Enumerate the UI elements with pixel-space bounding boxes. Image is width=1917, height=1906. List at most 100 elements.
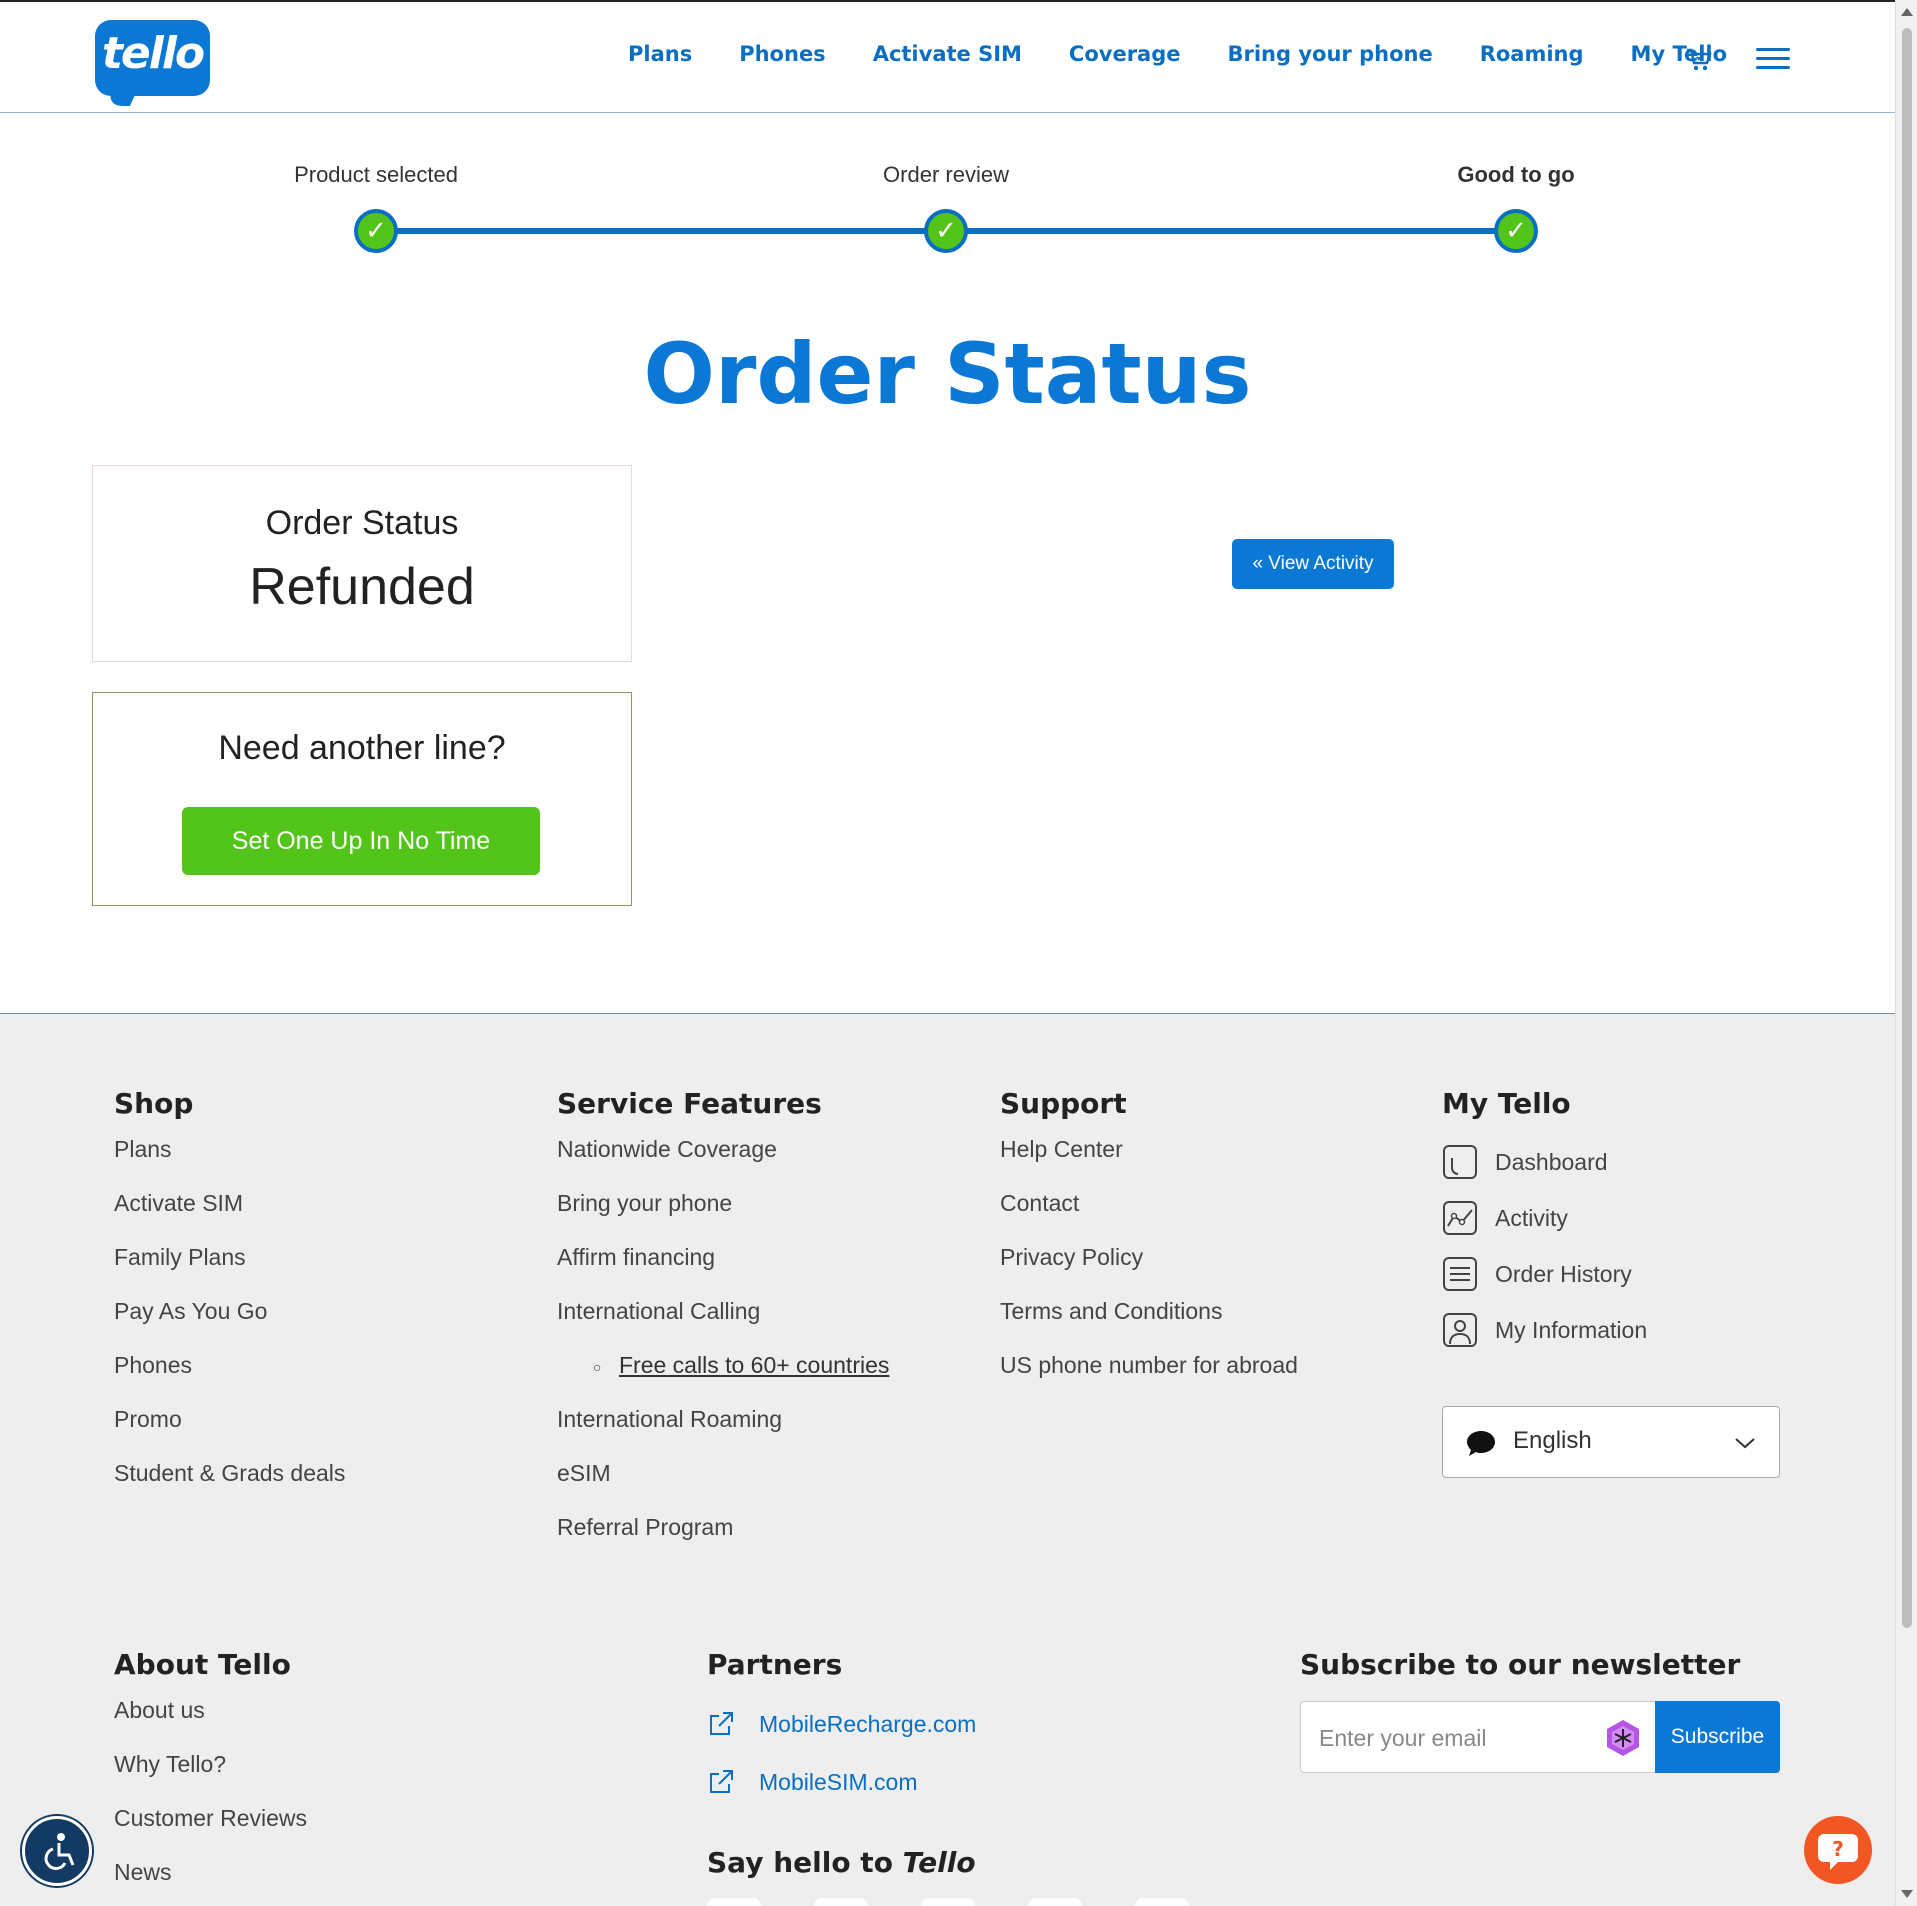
newsletter-email-field[interactable]: [1300, 1701, 1655, 1773]
my-tello-my-information[interactable]: My Information: [1442, 1302, 1647, 1358]
social-icon[interactable]: [921, 1898, 975, 1906]
chat-bubble-icon: [1467, 1431, 1495, 1456]
nav-my-tello[interactable]: My Tello: [1631, 42, 1728, 66]
footer-link[interactable]: Family Plans: [114, 1242, 345, 1296]
social-icon[interactable]: [1135, 1898, 1189, 1906]
footer-shop-column: Shop Plans Activate SIM Family Plans Pay…: [114, 1087, 345, 1512]
footer-link[interactable]: Phones: [114, 1350, 345, 1404]
footer-link[interactable]: News: [114, 1857, 307, 1906]
my-tello-order-history[interactable]: Order History: [1442, 1246, 1647, 1302]
footer-link[interactable]: Bring your phone: [557, 1188, 889, 1242]
order-status-value: Refunded: [249, 558, 475, 616]
footer-support-title: Support: [1000, 1087, 1127, 1120]
step-check-icon: ✓: [354, 209, 398, 253]
step-label-good-to-go: Good to go: [1457, 162, 1575, 187]
user-profile-icon: [1443, 1313, 1477, 1347]
footer-partners-title: Partners: [707, 1648, 843, 1681]
footer-link[interactable]: US phone number for abroad: [1000, 1350, 1298, 1404]
footer-my-tello-column: My Tello Dashboard Activity Order Histor…: [1442, 1087, 1647, 1358]
footer-about-column: About Tello About us Why Tello? Customer…: [114, 1648, 307, 1906]
footer-service-title: Service Features: [557, 1087, 822, 1120]
accessibility-icon: [44, 1833, 75, 1871]
footer-sublink-free-calls[interactable]: Free calls to 60+ countries: [557, 1350, 889, 1404]
footer-about-title: About Tello: [114, 1648, 291, 1681]
footer-link[interactable]: Plans: [114, 1134, 345, 1188]
footer-link[interactable]: Contact: [1000, 1188, 1298, 1242]
step-check-icon: ✓: [1494, 209, 1538, 253]
footer-link[interactable]: Customer Reviews: [114, 1803, 307, 1857]
partner-link-mobilesim[interactable]: MobileSIM.com: [707, 1753, 976, 1811]
social-icon[interactable]: [1028, 1898, 1082, 1906]
footer-link[interactable]: International Calling: [557, 1296, 889, 1350]
main-nav: Plans Phones Activate SIM Coverage Bring…: [628, 42, 1774, 66]
language-value: English: [1513, 1427, 1592, 1454]
footer-link[interactable]: Terms and Conditions: [1000, 1296, 1298, 1350]
external-link-icon: [710, 1712, 733, 1735]
order-status-label: Order Status: [265, 504, 459, 542]
order-history-icon: [1443, 1257, 1477, 1291]
footer-link[interactable]: Why Tello?: [114, 1749, 307, 1803]
partner-link-label: MobileRecharge.com: [759, 1710, 977, 1737]
dashboard-icon: [1443, 1145, 1477, 1179]
footer-link[interactable]: About us: [114, 1695, 307, 1749]
footer-service-column: Service Features Nationwide Coverage Bri…: [557, 1087, 889, 1566]
chevron-down-icon: [1735, 1438, 1755, 1449]
nav-roaming[interactable]: Roaming: [1480, 42, 1584, 66]
order-status-card: Order Status Refunded: [92, 465, 632, 662]
subscribe-button[interactable]: Subscribe: [1655, 1701, 1780, 1773]
nav-coverage[interactable]: Coverage: [1069, 42, 1181, 66]
my-tello-activity[interactable]: Activity: [1442, 1190, 1647, 1246]
footer-newsletter-column: Subscribe to our newsletter: [1300, 1648, 1740, 1695]
tello-logo[interactable]: tello: [95, 20, 210, 96]
footer-link[interactable]: Help Center: [1000, 1134, 1298, 1188]
cart-icon[interactable]: [1686, 48, 1712, 72]
set-up-line-button[interactable]: Set One Up In No Time: [182, 807, 540, 875]
partner-link-label: MobileSIM.com: [759, 1768, 918, 1795]
another-line-card: Need another line? Set One Up In No Time: [92, 692, 632, 906]
scrollbar-thumb[interactable]: [1902, 28, 1912, 1628]
external-link-icon: [710, 1770, 733, 1793]
nav-phones[interactable]: Phones: [739, 42, 825, 66]
partner-link-mobilerecharge[interactable]: MobileRecharge.com: [707, 1695, 976, 1753]
scroll-down-arrow[interactable]: [1901, 1890, 1913, 1898]
footer-link[interactable]: International Roaming: [557, 1404, 889, 1458]
svg-text:?: ?: [1832, 1837, 1844, 1861]
view-activity-button[interactable]: « View Activity: [1232, 539, 1394, 589]
nav-plans[interactable]: Plans: [628, 42, 692, 66]
social-icon[interactable]: [707, 1898, 761, 1906]
footer-link[interactable]: Activate SIM: [114, 1188, 345, 1242]
page-title: Order Status: [643, 325, 1252, 423]
footer-link[interactable]: Student & Grads deals: [114, 1458, 345, 1512]
footer-partners-column: Partners MobileRecharge.com MobileSIM.co…: [707, 1648, 976, 1811]
help-chat-button[interactable]: ?: [1804, 1816, 1872, 1884]
hamburger-menu-icon[interactable]: [1756, 48, 1790, 70]
my-tello-item-label: Activity: [1495, 1204, 1568, 1231]
footer-support-column: Support Help Center Contact Privacy Poli…: [1000, 1087, 1298, 1404]
footer-link[interactable]: Privacy Policy: [1000, 1242, 1298, 1296]
nav-bring-your-phone[interactable]: Bring your phone: [1228, 42, 1433, 66]
page-scrollbar[interactable]: [1895, 0, 1917, 1906]
logo-text: tello: [101, 28, 205, 79]
footer-link[interactable]: Nationwide Coverage: [557, 1134, 889, 1188]
say-hello-brand: Tello: [902, 1846, 976, 1879]
step-label-product-selected: Product selected: [294, 162, 458, 187]
newsletter-email-input[interactable]: [1319, 1722, 1579, 1754]
my-tello-dashboard[interactable]: Dashboard: [1442, 1134, 1647, 1190]
footer-link[interactable]: Referral Program: [557, 1512, 889, 1566]
nav-activate-sim[interactable]: Activate SIM: [873, 42, 1022, 66]
language-select[interactable]: English: [1442, 1406, 1780, 1478]
step-check-icon: ✓: [924, 209, 968, 253]
say-hello-prefix: Say hello to: [707, 1846, 903, 1879]
footer-my-tello-title: My Tello: [1442, 1087, 1571, 1120]
scroll-up-arrow[interactable]: [1901, 8, 1913, 16]
social-icon[interactable]: [814, 1898, 868, 1906]
footer-link[interactable]: eSIM: [557, 1458, 889, 1512]
question-icon: ?: [1818, 1834, 1858, 1870]
accessibility-button[interactable]: [22, 1816, 92, 1886]
footer-link[interactable]: Promo: [114, 1404, 345, 1458]
footer-link[interactable]: Pay As You Go: [114, 1296, 345, 1350]
social-links-row: [707, 1898, 1242, 1906]
password-manager-icon[interactable]: [1603, 1718, 1643, 1758]
footer-link[interactable]: Affirm financing: [557, 1242, 889, 1296]
another-line-question: Need another line?: [218, 729, 506, 767]
